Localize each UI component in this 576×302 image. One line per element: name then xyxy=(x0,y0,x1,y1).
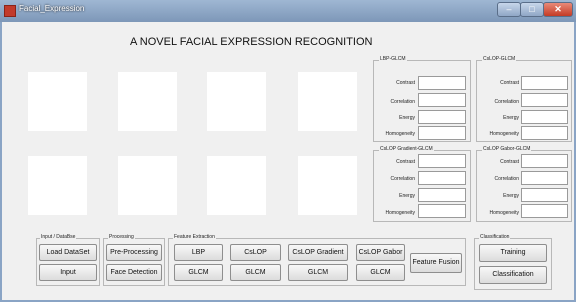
field-label: Homogeneity xyxy=(489,210,519,216)
field-label: Correlation xyxy=(494,99,519,105)
field-label: Contrast xyxy=(396,80,415,86)
lbp-contrast-field[interactable] xyxy=(418,76,466,90)
lbp-correlation-field[interactable] xyxy=(418,93,466,107)
cslop-button[interactable]: CsLOP xyxy=(230,244,281,261)
field-label: Contrast xyxy=(396,159,415,165)
field-label: Homogeneity xyxy=(385,210,415,216)
cslop-energy-field[interactable] xyxy=(521,110,568,124)
field-label: Energy xyxy=(399,193,415,199)
image-axis-2 xyxy=(118,72,177,131)
group-title: Feature Extraction xyxy=(173,234,216,240)
group-title: Processing xyxy=(108,234,135,240)
lbp-button[interactable]: LBP xyxy=(174,244,223,261)
preprocessing-button[interactable]: Pre-Processing xyxy=(106,244,162,261)
glcm-button-3[interactable]: GLCM xyxy=(288,264,348,281)
field-label: Correlation xyxy=(390,176,415,182)
panel-title: LBP-GLCM xyxy=(379,56,407,62)
gabor-contrast-field[interactable] xyxy=(521,154,568,168)
panel-title: CsLOP-GLCM xyxy=(482,56,517,62)
group-title: Classification xyxy=(479,234,511,240)
image-axis-7 xyxy=(207,156,266,215)
training-button[interactable]: Training xyxy=(479,244,547,262)
field-label: Energy xyxy=(503,115,519,121)
image-axis-4 xyxy=(298,72,357,131)
app-icon xyxy=(4,5,16,17)
field-label: Correlation xyxy=(390,99,415,105)
gradient-energy-field[interactable] xyxy=(418,188,466,202)
field-label: Homogeneity xyxy=(489,131,519,137)
input-button[interactable]: Input xyxy=(39,264,97,281)
page-title: A NOVEL FACIAL EXPRESSION RECOGNITION xyxy=(130,36,373,48)
image-axis-8 xyxy=(298,156,357,215)
image-axis-1 xyxy=(28,72,87,131)
cslop-homogeneity-field[interactable] xyxy=(521,126,568,140)
cslop-gradient-button[interactable]: CsLOP Gradient xyxy=(288,244,348,261)
group-title: Input / DataBse xyxy=(40,234,77,240)
face-detection-button[interactable]: Face Detection xyxy=(106,264,162,281)
gabor-homogeneity-field[interactable] xyxy=(521,204,568,218)
glcm-button-1[interactable]: GLCM xyxy=(174,264,223,281)
panel-title: CsLOP Gabor-GLCM xyxy=(482,146,532,152)
cslop-contrast-field[interactable] xyxy=(521,76,568,90)
window-title: Facial_Expression xyxy=(19,4,85,13)
field-label: Energy xyxy=(503,193,519,199)
gradient-homogeneity-field[interactable] xyxy=(418,204,466,218)
gabor-energy-field[interactable] xyxy=(521,188,568,202)
field-label: Correlation xyxy=(494,176,519,182)
feature-fusion-button[interactable]: Feature Fusion xyxy=(410,253,462,273)
field-label: Energy xyxy=(399,115,415,121)
close-button[interactable]: ✕ xyxy=(543,2,573,17)
load-dataset-button[interactable]: Load DataSet xyxy=(39,244,97,261)
lbp-energy-field[interactable] xyxy=(418,110,466,124)
glcm-button-2[interactable]: GLCM xyxy=(230,264,281,281)
gradient-contrast-field[interactable] xyxy=(418,154,466,168)
classification-button[interactable]: Classification xyxy=(479,266,547,284)
gabor-correlation-field[interactable] xyxy=(521,171,568,185)
cslop-gabor-button[interactable]: CsLOP Gabor xyxy=(356,244,405,261)
gradient-correlation-field[interactable] xyxy=(418,171,466,185)
field-label: Contrast xyxy=(500,80,519,86)
field-label: Homogeneity xyxy=(385,131,415,137)
minimize-button[interactable]: – xyxy=(497,2,521,17)
image-axis-3 xyxy=(207,72,266,131)
image-axis-6 xyxy=(118,156,177,215)
glcm-button-4[interactable]: GLCM xyxy=(356,264,405,281)
panel-title: CsLOP Gradient-GLCM xyxy=(379,146,434,152)
title-bar: Facial_Expression – □ ✕ xyxy=(0,0,576,22)
lbp-homogeneity-field[interactable] xyxy=(418,126,466,140)
field-label: Contrast xyxy=(500,159,519,165)
maximize-button[interactable]: □ xyxy=(520,2,544,17)
cslop-correlation-field[interactable] xyxy=(521,93,568,107)
image-axis-5 xyxy=(28,156,87,215)
